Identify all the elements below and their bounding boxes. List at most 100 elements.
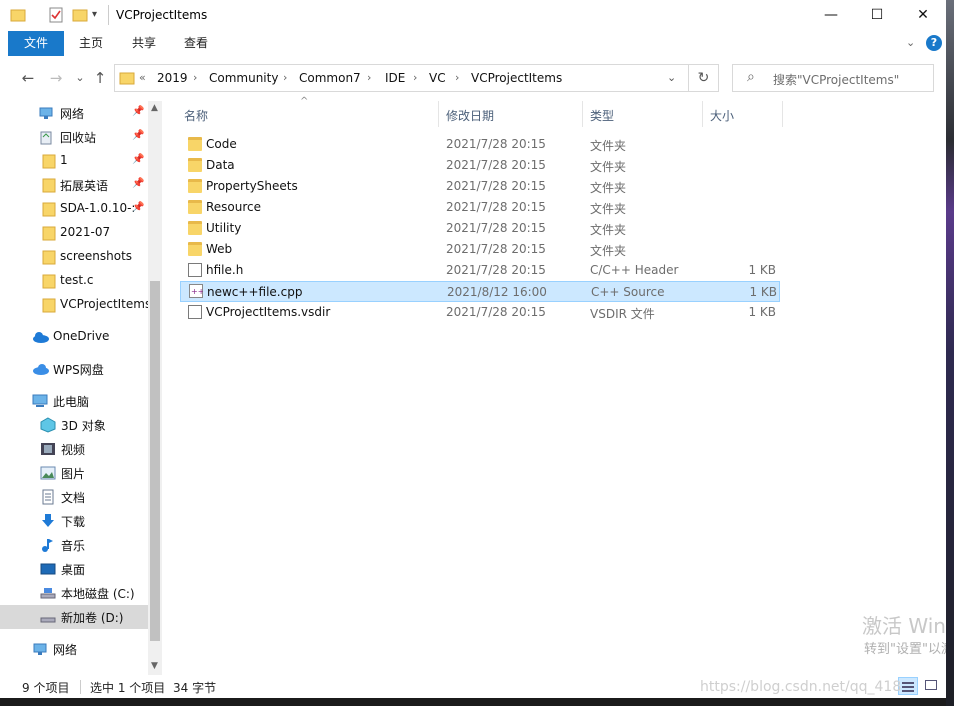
column-type[interactable]: 类型 xyxy=(590,107,614,124)
sidebar-label: 网络 xyxy=(60,107,85,121)
breadcrumb-community[interactable]: Community xyxy=(209,71,278,85)
back-button[interactable]: ← xyxy=(18,68,38,88)
breadcrumb-chevron-icon[interactable]: › xyxy=(413,71,417,84)
sidebar-item-videos[interactable]: 视频 xyxy=(0,437,148,461)
minimize-button[interactable]: — xyxy=(808,0,854,31)
folder-icon xyxy=(42,201,58,217)
navigation-bar: ← → ⌄ ↑ « 2019 › Community › Common7 › I… xyxy=(0,56,946,101)
sidebar-item-vcprojectitems[interactable]: VCProjectItems xyxy=(0,293,148,317)
file-row[interactable]: VCProjectItems.vsdir 2021/7/28 20:15 VSD… xyxy=(180,302,780,323)
file-row-selected[interactable]: ++ newc++file.cpp 2021/8/12 16:00 C++ So… xyxy=(180,281,780,302)
sidebar-item-test-c[interactable]: test.c xyxy=(0,269,148,293)
sidebar-item-1[interactable]: 1 📌 xyxy=(0,149,148,173)
recent-locations-button[interactable]: ⌄ xyxy=(70,68,90,88)
file-row[interactable]: Utility 2021/7/28 20:15 文件夹 xyxy=(180,218,780,239)
sidebar-label: 本地磁盘 (C:) xyxy=(61,587,135,601)
file-row[interactable]: hfile.h 2021/7/28 20:15 C/C++ Header 1 K… xyxy=(180,260,780,281)
properties-icon[interactable] xyxy=(48,7,64,23)
tab-file[interactable]: 文件 xyxy=(8,31,64,56)
file-date: 2021/7/28 20:15 xyxy=(446,305,546,319)
sidebar-item-network[interactable]: 网络 xyxy=(0,637,148,661)
breadcrumb-vc[interactable]: VC xyxy=(429,71,446,85)
address-overflow[interactable]: « xyxy=(139,71,146,84)
breadcrumb-chevron-icon[interactable]: › xyxy=(193,71,197,84)
sidebar-item-documents[interactable]: 文档 xyxy=(0,485,148,509)
scroll-up-icon[interactable]: ▲ xyxy=(151,103,158,113)
maximize-button[interactable]: ☐ xyxy=(854,0,900,31)
breadcrumb-chevron-icon[interactable]: › xyxy=(455,71,459,84)
file-row[interactable]: Data 2021/7/28 20:15 文件夹 xyxy=(180,155,780,176)
pin-icon[interactable]: 📌 xyxy=(132,130,144,141)
breadcrumb-common7[interactable]: Common7 xyxy=(299,71,361,85)
sidebar-item-network-quick[interactable]: 网络 📌 xyxy=(0,101,148,125)
sidebar-item-this-pc[interactable]: 此电脑 xyxy=(0,389,148,413)
sidebar-item-drive-d[interactable]: 新加卷 (D:) xyxy=(0,605,148,629)
column-date[interactable]: 修改日期 xyxy=(446,107,494,124)
pin-icon[interactable]: 📌 xyxy=(132,178,144,189)
refresh-button[interactable]: ↻ xyxy=(689,64,719,92)
breadcrumb-ide[interactable]: IDE xyxy=(385,71,405,85)
title-bar: ▾ VCProjectItems — ☐ ✕ xyxy=(0,0,946,31)
file-row[interactable]: Web 2021/7/28 20:15 文件夹 xyxy=(180,239,780,260)
sidebar-item-music[interactable]: 音乐 xyxy=(0,533,148,557)
sidebar-item-desktop[interactable]: 桌面 xyxy=(0,557,148,581)
sidebar-item-3d-objects[interactable]: 3D 对象 xyxy=(0,413,148,437)
sidebar-scrollbar[interactable]: ▲ ▼ xyxy=(148,101,162,675)
sidebar-item-screenshots[interactable]: screenshots xyxy=(0,245,148,269)
column-divider[interactable] xyxy=(582,101,583,127)
file-row[interactable]: Resource 2021/7/28 20:15 文件夹 xyxy=(180,197,780,218)
pin-icon[interactable]: 📌 xyxy=(132,154,144,165)
file-name: newc++file.cpp xyxy=(207,285,303,299)
qat-dropdown-icon[interactable]: ▾ xyxy=(92,9,97,20)
address-dropdown-icon[interactable]: ⌄ xyxy=(667,71,676,84)
sidebar-item-2021-07[interactable]: 2021-07 xyxy=(0,221,148,245)
sidebar-label: 回收站 xyxy=(60,131,97,145)
large-icons-view-button[interactable] xyxy=(922,677,942,695)
sidebar-item-onedrive[interactable]: OneDrive xyxy=(0,325,148,349)
sidebar-item-sda[interactable]: SDA-1.0.10-: 📌 xyxy=(0,197,148,221)
folder-icon xyxy=(188,179,202,193)
column-size[interactable]: 大小 xyxy=(710,107,734,124)
breadcrumb-vcprojectitems[interactable]: VCProjectItems xyxy=(471,71,562,85)
file-name: hfile.h xyxy=(206,263,244,277)
column-divider[interactable] xyxy=(438,101,439,127)
address-bar[interactable]: « 2019 › Community › Common7 › IDE › VC … xyxy=(114,64,689,92)
pin-icon[interactable]: 📌 xyxy=(132,106,144,117)
tab-home[interactable]: 主页 xyxy=(64,31,118,56)
document-icon xyxy=(40,489,56,505)
sidebar-item-drive-c[interactable]: 本地磁盘 (C:) xyxy=(0,581,148,605)
breadcrumb-chevron-icon[interactable]: › xyxy=(283,71,287,84)
sidebar-label: 文档 xyxy=(61,491,86,505)
column-divider[interactable] xyxy=(702,101,703,127)
forward-button[interactable]: → xyxy=(46,68,66,88)
search-box[interactable]: ⌕ 搜索"VCProjectItems" xyxy=(732,64,934,92)
item-count: 9 个项目 xyxy=(22,681,70,695)
new-folder-icon[interactable] xyxy=(72,7,88,23)
file-row[interactable]: Code 2021/7/28 20:15 文件夹 xyxy=(180,134,780,155)
up-button[interactable]: ↑ xyxy=(90,68,110,88)
sidebar-label: 下载 xyxy=(61,515,86,529)
tab-share[interactable]: 共享 xyxy=(118,31,170,56)
sidebar-item-wps-cloud[interactable]: WPS网盘 xyxy=(0,357,148,381)
breadcrumb-2019[interactable]: 2019 xyxy=(157,71,188,85)
column-divider[interactable] xyxy=(782,101,783,127)
folder-icon xyxy=(188,221,202,235)
sidebar-item-recycle-bin[interactable]: 回收站 📌 xyxy=(0,125,148,149)
file-type: 文件夹 xyxy=(590,160,627,174)
column-name[interactable]: 名称 xyxy=(184,107,208,124)
help-button[interactable]: ? xyxy=(926,35,942,51)
sidebar-item-pictures[interactable]: 图片 xyxy=(0,461,148,485)
breadcrumb-chevron-icon[interactable]: › xyxy=(367,71,371,84)
scroll-down-icon[interactable]: ▼ xyxy=(151,661,158,671)
file-row[interactable]: PropertySheets 2021/7/28 20:15 文件夹 xyxy=(180,176,780,197)
close-button[interactable]: ✕ xyxy=(900,0,946,31)
tab-view[interactable]: 查看 xyxy=(170,31,222,56)
search-input[interactable]: 搜索"VCProjectItems" xyxy=(773,71,899,88)
sidebar-item-downloads[interactable]: 下载 xyxy=(0,509,148,533)
file-date: 2021/7/28 20:15 xyxy=(446,221,546,235)
file-type: 文件夹 xyxy=(590,223,627,237)
scrollbar-thumb[interactable] xyxy=(150,281,160,641)
ribbon-expand-icon[interactable]: ⌄ xyxy=(906,36,915,49)
sidebar-item-tuozhan[interactable]: 拓展英语 📌 xyxy=(0,173,148,197)
pin-icon[interactable]: 📌 xyxy=(132,202,144,213)
